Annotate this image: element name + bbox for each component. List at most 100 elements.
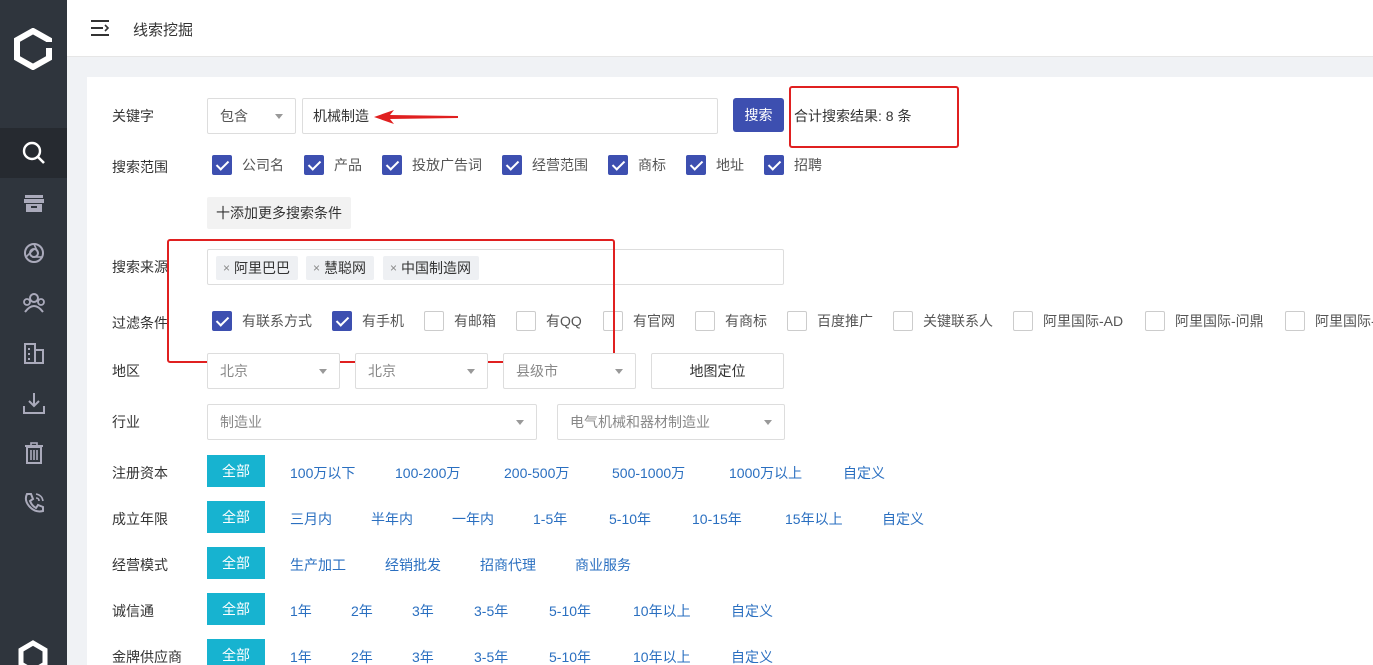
gold-option[interactable]: 1年 (290, 647, 312, 665)
filter-option-trademark[interactable]: 有商标 (695, 311, 767, 331)
mode-all-option[interactable]: 全部 (207, 547, 265, 579)
filter-option-label: 关键联系人 (923, 313, 993, 329)
filter-overflow-clip: 阿里国际- (1285, 305, 1373, 337)
sidebar-item-phone[interactable] (0, 478, 67, 528)
scope-option-trademark[interactable]: 商标 (608, 155, 666, 175)
scope-option-business-scope[interactable]: 经营范围 (502, 155, 588, 175)
checkbox-unchecked (893, 311, 913, 331)
age-option[interactable]: 5-10年 (609, 509, 651, 529)
keyword-mode-select[interactable]: 包含 (207, 98, 296, 134)
capital-option[interactable]: 100万以下 (290, 463, 355, 483)
filter-option-label: 百度推广 (817, 313, 873, 329)
filter-option-key-contact[interactable]: 关键联系人 (893, 311, 993, 331)
map-locate-button[interactable]: 地图定位 (651, 353, 784, 389)
scope-option-ad-words[interactable]: 投放广告词 (382, 155, 482, 175)
age-option[interactable]: 自定义 (882, 509, 924, 529)
checkbox-unchecked (695, 311, 715, 331)
county-select[interactable]: 县级市 (503, 353, 636, 389)
trust-option[interactable]: 3年 (412, 601, 434, 621)
mode-option[interactable]: 经销批发 (385, 555, 441, 575)
filter-option-alibaba-ad[interactable]: 阿里国际-AD (1013, 311, 1123, 331)
filter-option-alibaba-more[interactable]: 阿里国际- (1285, 311, 1373, 331)
team-icon (22, 293, 45, 313)
add-more-conditions-button[interactable]: 十添加更多搜索条件 (207, 197, 351, 229)
age-option[interactable]: 三月内 (290, 509, 332, 529)
gold-option[interactable]: 5-10年 (549, 647, 591, 665)
scope-option-product[interactable]: 产品 (304, 155, 362, 175)
filter-option-alibaba-wending[interactable]: 阿里国际-问鼎 (1145, 311, 1264, 331)
keyword-label: 关键字 (112, 108, 154, 124)
industry-secondary-select[interactable]: 电气机械和器材制造业 (557, 404, 785, 440)
scope-option-address[interactable]: 地址 (686, 155, 744, 175)
trust-option[interactable]: 5-10年 (549, 601, 591, 621)
capital-option[interactable]: 1000万以上 (729, 463, 802, 483)
province-select[interactable]: 北京 (207, 353, 340, 389)
capital-option[interactable]: 自定义 (843, 463, 885, 483)
checkbox-checked (382, 155, 402, 175)
capital-option[interactable]: 500-1000万 (612, 463, 685, 483)
scope-label: 搜索范围 (112, 159, 168, 175)
aperture-icon (23, 243, 44, 263)
sidebar-item-building[interactable] (0, 328, 67, 378)
mode-option[interactable]: 生产加工 (290, 555, 346, 575)
checkbox-unchecked (1013, 311, 1033, 331)
checkbox-checked (608, 155, 628, 175)
gold-all-option[interactable]: 全部 (207, 639, 265, 665)
age-option[interactable]: 半年内 (371, 509, 413, 529)
trust-option[interactable]: 自定义 (731, 601, 773, 621)
age-option[interactable]: 15年以上 (785, 509, 843, 529)
trust-all-option[interactable]: 全部 (207, 593, 265, 625)
checkbox-checked (212, 155, 232, 175)
mode-option[interactable]: 招商代理 (480, 555, 536, 575)
region-label: 地区 (112, 363, 140, 379)
trust-option[interactable]: 1年 (290, 601, 312, 621)
county-value: 县级市 (516, 363, 558, 379)
trust-option[interactable]: 2年 (351, 601, 373, 621)
scope-option-label: 地址 (716, 157, 744, 173)
trust-option[interactable]: 10年以上 (633, 601, 691, 621)
sidebar-item-team[interactable] (0, 278, 67, 328)
phone-icon (24, 493, 44, 513)
gold-option[interactable]: 3年 (412, 647, 434, 665)
industry-primary-value: 制造业 (220, 414, 262, 430)
filter-option-label: 阿里国际-问鼎 (1175, 313, 1264, 329)
sidebar-item-search[interactable] (0, 128, 67, 178)
scope-option-label: 产品 (334, 157, 362, 173)
capital-option[interactable]: 100-200万 (395, 463, 460, 483)
keyword-input[interactable]: 机械制造 (302, 98, 718, 134)
gold-option[interactable]: 2年 (351, 647, 373, 665)
search-icon (22, 141, 45, 164)
download-icon (22, 393, 45, 414)
industry-label: 行业 (112, 414, 140, 430)
mode-option[interactable]: 商业服务 (575, 555, 631, 575)
age-option[interactable]: 一年内 (452, 509, 494, 529)
keyword-input-value: 机械制造 (313, 108, 369, 124)
industry-primary-select[interactable]: 制造业 (207, 404, 537, 440)
capital-option[interactable]: 200-500万 (504, 463, 569, 483)
age-option[interactable]: 10-15年 (692, 509, 742, 529)
capital-all-option[interactable]: 全部 (207, 455, 265, 487)
search-button[interactable]: 搜索 (733, 98, 784, 132)
age-all-option[interactable]: 全部 (207, 501, 265, 533)
sidebar-item-aperture[interactable] (0, 228, 67, 278)
top-header: 线索挖掘 (67, 0, 1373, 57)
chevron-down-icon (615, 369, 623, 374)
gold-option[interactable]: 3-5年 (474, 647, 508, 665)
industry-secondary-value: 电气机械和器材制造业 (570, 414, 710, 430)
city-select[interactable]: 北京 (355, 353, 488, 389)
checkbox-checked (764, 155, 784, 175)
filter-option-baidu[interactable]: 百度推广 (787, 311, 873, 331)
checkbox-checked (502, 155, 522, 175)
menu-toggle-icon[interactable] (89, 18, 111, 38)
gold-option[interactable]: 自定义 (731, 647, 773, 665)
trust-label: 诚信通 (112, 603, 154, 619)
age-option[interactable]: 1-5年 (533, 509, 567, 529)
sidebar-item-download[interactable] (0, 378, 67, 428)
trust-option[interactable]: 3-5年 (474, 601, 508, 621)
sidebar-item-trash[interactable] (0, 428, 67, 478)
province-value: 北京 (220, 363, 248, 379)
gold-option[interactable]: 10年以上 (633, 647, 691, 665)
sidebar-item-archive[interactable] (0, 178, 67, 228)
scope-option-recruit[interactable]: 招聘 (764, 155, 822, 175)
scope-option-company[interactable]: 公司名 (212, 155, 284, 175)
